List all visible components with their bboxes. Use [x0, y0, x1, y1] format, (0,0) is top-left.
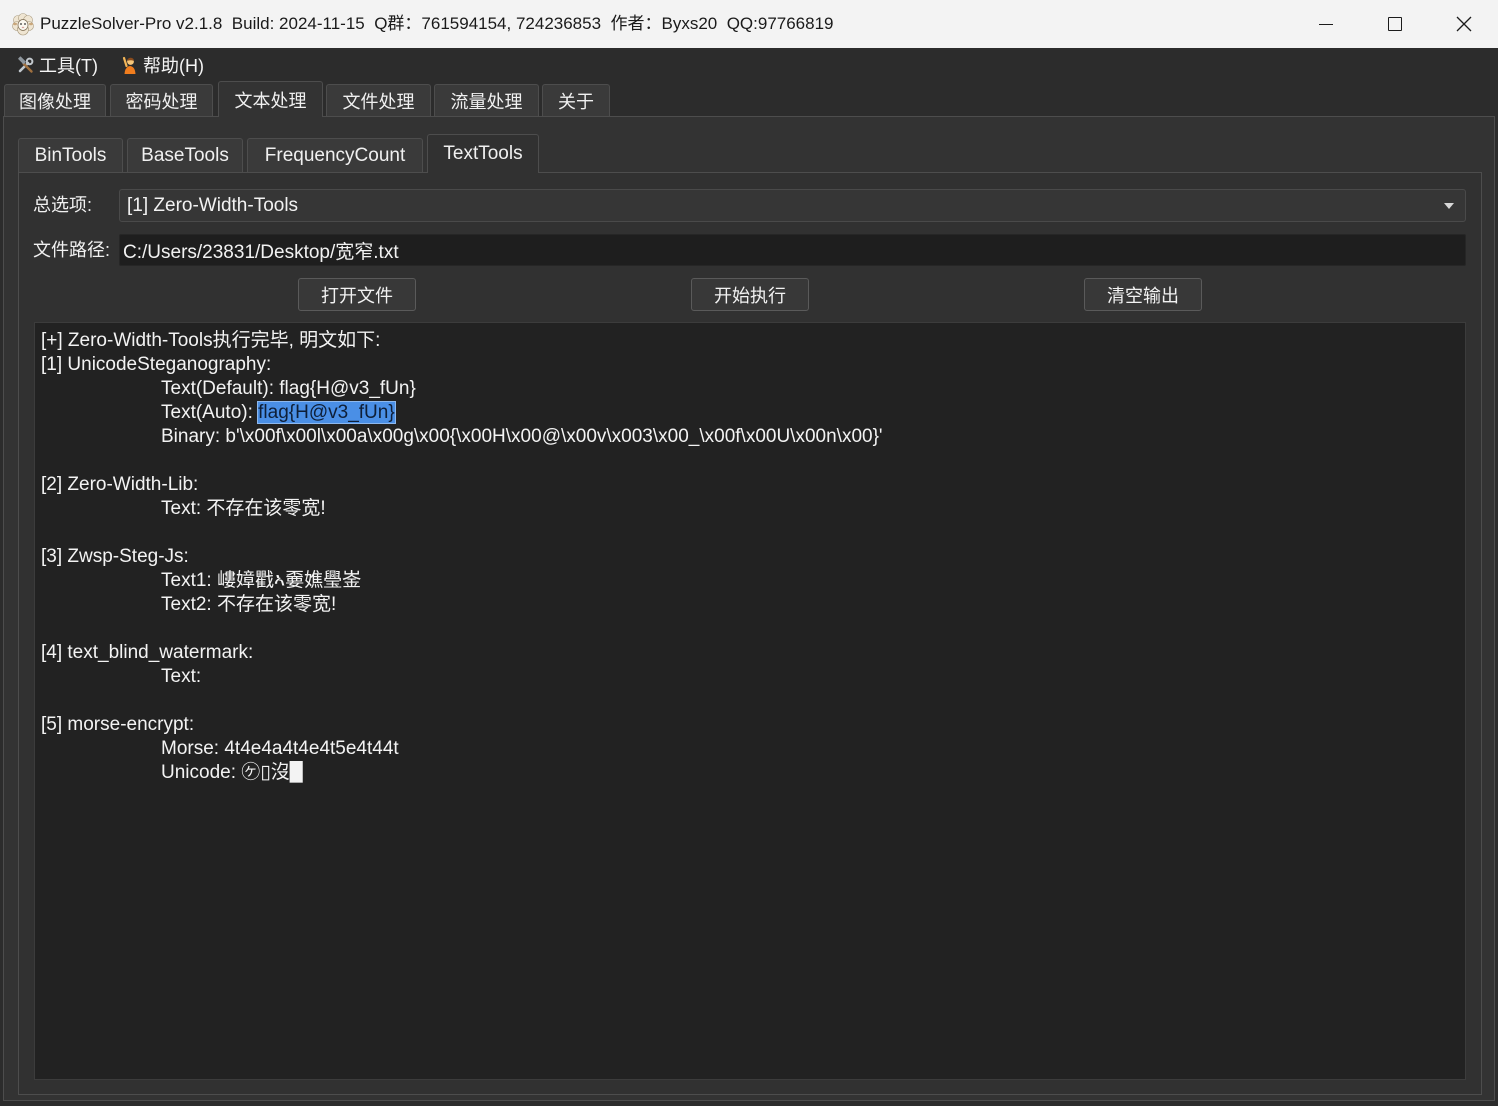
output-line: [3] Zwsp-Steg-Js: — [41, 546, 189, 567]
clear-output-button[interactable]: 清空输出 — [1084, 278, 1202, 311]
minimize-icon — [1318, 23, 1333, 25]
file-path-input[interactable] — [119, 234, 1466, 266]
run-button[interactable]: 开始执行 — [691, 278, 809, 311]
selected-text[interactable]: flag{H@v3_fUn} — [257, 401, 396, 424]
output-line: [4] text_blind_watermark: — [41, 642, 254, 663]
maximize-button[interactable] — [1360, 0, 1429, 48]
output-blank-line — [41, 689, 1459, 713]
output-line: [1] UnicodeSteganography: — [41, 354, 272, 375]
open-file-button[interactable]: 打开文件 — [298, 278, 416, 311]
tools-icon — [18, 55, 34, 73]
tab-texttools[interactable]: TextTools — [427, 134, 539, 173]
option-select[interactable]: [1] Zero-Width-Tools — [119, 189, 1466, 222]
window-title: PuzzleSolver-Pro v2.1.8 Build: 2024-11-1… — [40, 14, 834, 33]
chevron-down-icon[interactable] — [1443, 202, 1455, 210]
sheep-icon — [12, 13, 34, 36]
tab-text-processing[interactable]: 文本处理 — [218, 81, 323, 117]
tab-about[interactable]: 关于 — [542, 84, 610, 116]
output-line: [5] morse-encrypt: — [41, 714, 195, 735]
tab-basetools[interactable]: BaseTools — [127, 138, 243, 172]
title-bar[interactable]: PuzzleSolver-Pro v2.1.8 Build: 2024-11-1… — [0, 0, 1498, 48]
output-line-prefix: Text(Auto): — [41, 402, 259, 423]
output-blank-line — [41, 449, 1459, 473]
output-line: Binary: b'\x00f\x00l\x00a\x00g\x00{\x00H… — [41, 426, 883, 447]
menu-tools-label: 工具(T) — [39, 55, 98, 76]
output-line: Text: 不存在该零宽! — [41, 498, 326, 519]
tab-file-processing[interactable]: 文件处理 — [326, 84, 431, 116]
output-text-area[interactable]: [+] Zero-Width-Tools执行完毕, 明文如下: [1] Unic… — [34, 322, 1466, 1080]
menu-tools[interactable]: 工具(T) — [16, 48, 98, 81]
option-select-value: [1] Zero-Width-Tools — [127, 195, 299, 216]
output-line: Text1: 嶁嫜戵ኣ嫑嫶璺崟 — [41, 570, 362, 591]
menu-help-label: 帮助(H) — [143, 55, 204, 76]
tab-frequencycount[interactable]: FrequencyCount — [247, 138, 423, 172]
tab-crypto-processing[interactable]: 密码处理 — [110, 84, 213, 116]
puzzlesolver-window: PuzzleSolver-Pro v2.1.8 Build: 2024-11-1… — [0, 0, 1498, 1106]
tab-bintools[interactable]: BinTools — [18, 138, 123, 172]
output-line: Text(Auto): flag{H@v3_fUn} — [41, 401, 1459, 425]
tab-image-processing[interactable]: 图像处理 — [4, 84, 106, 116]
option-label: 总选项: — [33, 195, 93, 215]
close-icon — [1456, 16, 1471, 32]
output-line: [2] Zero-Width-Lib: — [41, 474, 199, 495]
output-blank-line — [41, 521, 1459, 545]
minimize-button[interactable] — [1291, 0, 1360, 48]
menu-help[interactable]: 帮助(H) — [120, 48, 204, 81]
tab-traffic-processing[interactable]: 流量处理 — [434, 84, 539, 116]
menu-bar: 工具(T) 帮助(H) — [0, 48, 1498, 81]
output-line: Unicode: ㋘▯沒▉ — [41, 762, 305, 783]
file-path-label: 文件路径: — [33, 240, 111, 260]
maximize-icon — [1387, 17, 1402, 31]
output-line: Text(Default): flag{H@v3_fUn} — [41, 378, 416, 399]
output-line: [+] Zero-Width-Tools执行完毕, 明文如下: — [41, 330, 381, 351]
help-person-icon — [122, 56, 136, 74]
output-line: Text2: 不存在该零宽! — [41, 594, 337, 615]
output-blank-line — [41, 617, 1459, 641]
output-line: Morse: 4t4e4a4t4e4t5e4t44t — [41, 738, 399, 759]
output-line: Text: — [41, 666, 202, 687]
close-button[interactable] — [1429, 0, 1498, 48]
